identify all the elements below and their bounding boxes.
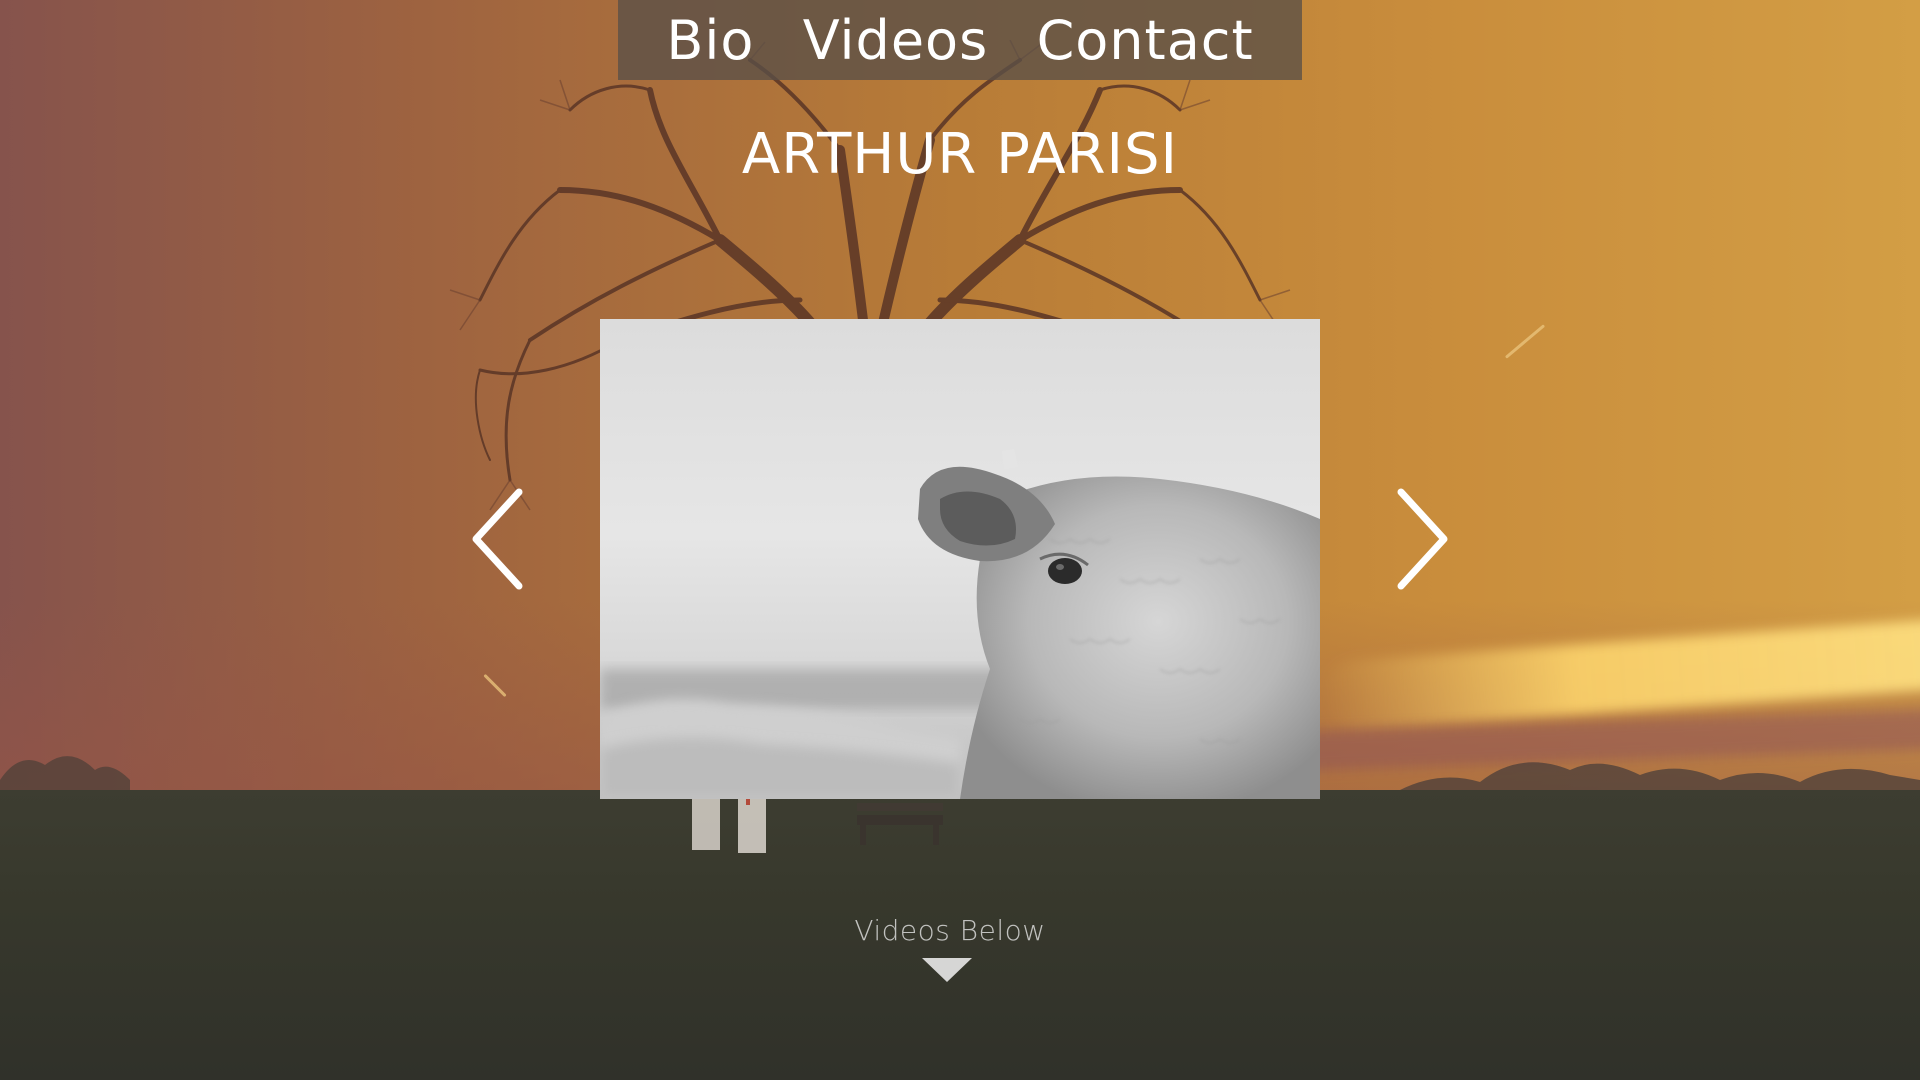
bench-silhouette [857, 803, 943, 845]
chevron-left-icon[interactable] [464, 484, 534, 594]
nav-contact-link[interactable]: Contact [1037, 9, 1254, 72]
nav-videos-link[interactable]: Videos [803, 9, 988, 72]
videos-below-link[interactable]: Videos Below [810, 914, 1090, 947]
page-title: ARTHUR PARISI [741, 122, 1179, 187]
triangle-down-icon[interactable] [922, 958, 972, 982]
figures-silhouette [692, 795, 766, 853]
chevron-right-icon[interactable] [1386, 484, 1456, 594]
sheep-photo [600, 449, 1320, 799]
top-nav: Bio Videos Contact [618, 0, 1302, 80]
slideshow-image [600, 319, 1320, 799]
nav-bio-link[interactable]: Bio [666, 9, 754, 72]
